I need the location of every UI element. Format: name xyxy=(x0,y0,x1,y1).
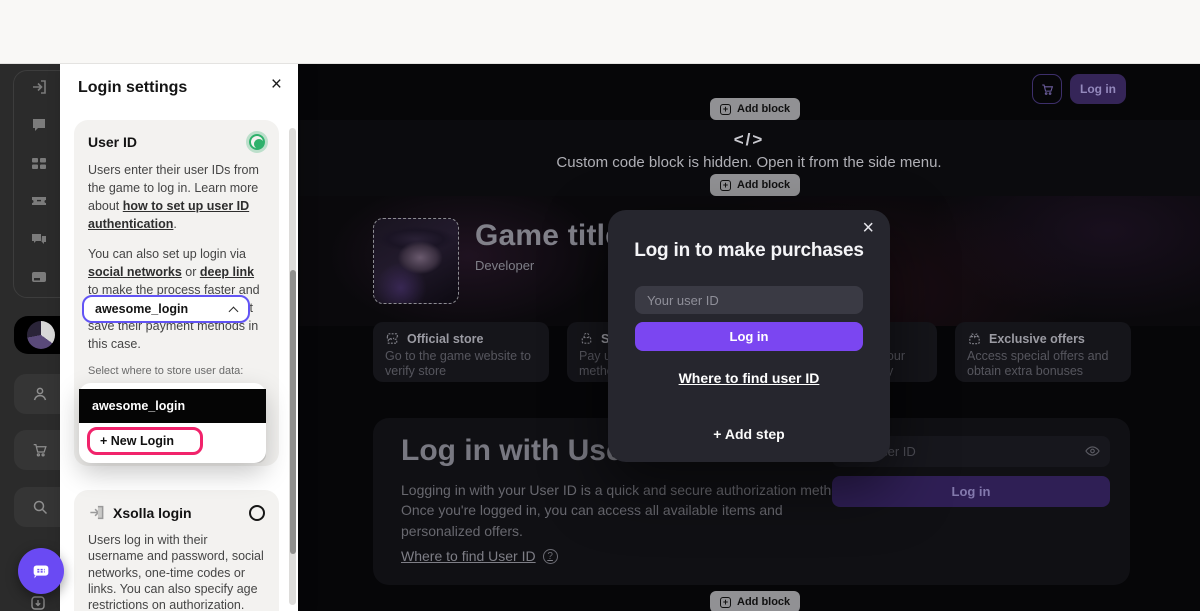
store-data-label: Select where to store user data: xyxy=(88,365,265,377)
code-icon: </> xyxy=(298,130,1200,150)
add-block-label: Add block xyxy=(737,103,790,115)
login-settings-panel: Login settings × User ID Users enter the… xyxy=(60,64,298,611)
xsolla-card-title: Xsolla login xyxy=(113,505,192,521)
lock-icon xyxy=(579,331,594,346)
modal-userid-input[interactable] xyxy=(635,286,863,314)
eye-icon[interactable] xyxy=(1085,444,1100,462)
chat-bubble-icon xyxy=(30,560,52,582)
game-title: Game title xyxy=(475,219,622,253)
chevron-up-icon xyxy=(229,306,239,316)
xsolla-radio-unselected[interactable] xyxy=(249,505,265,521)
plus-icon: + xyxy=(720,597,731,608)
question-circle-icon: ? xyxy=(543,549,558,564)
feature-title: Official store xyxy=(407,332,483,346)
preview-nav-login-button[interactable]: Log in xyxy=(1070,74,1126,104)
modal-close-icon[interactable]: × xyxy=(862,218,874,238)
user-id-paragraph-1: Users enter their user IDs from the game… xyxy=(88,161,265,234)
user-id-radio-selected[interactable] xyxy=(249,134,265,150)
ticket-block-icon[interactable] xyxy=(30,192,50,212)
login-block-icon[interactable] xyxy=(30,78,50,98)
cart-icon xyxy=(31,441,49,459)
modal-login-button[interactable]: Log in xyxy=(635,322,863,351)
login-purchases-modal: × Log in to make purchases Log in Where … xyxy=(608,210,890,462)
builder-topbar xyxy=(0,0,1200,64)
chat-block-icon[interactable] xyxy=(30,230,50,250)
sidebar-item-login[interactable] xyxy=(14,374,60,414)
text: You can also set up login via xyxy=(88,247,246,261)
feature-title: Exclusive offers xyxy=(989,332,1085,346)
gift-icon xyxy=(967,331,982,346)
modal-title: Log in to make purchases xyxy=(608,240,890,262)
add-block-button-top[interactable]: + Add block xyxy=(710,98,800,120)
custom-code-message: Custom code block is hidden. Open it fro… xyxy=(298,154,1200,171)
dropdown-option-new-login-row: + New Login xyxy=(79,423,266,457)
game-avatar[interactable] xyxy=(373,218,459,304)
section-description: Logging in with your User ID is a quick … xyxy=(401,480,853,541)
panel-scrollbar-thumb[interactable] xyxy=(290,270,296,554)
xsolla-login-option-card[interactable]: Xsolla login Users log in with their use… xyxy=(74,490,279,611)
modal-where-to-find-link[interactable]: Where to find user ID xyxy=(608,370,890,386)
add-step-button[interactable]: + Add step xyxy=(608,426,890,442)
link-label: Where to find User ID xyxy=(401,548,536,564)
sidebar-item-cart[interactable] xyxy=(14,430,60,470)
xsolla-description: Users log in with their username and pas… xyxy=(88,532,265,611)
add-block-button-bottom[interactable]: + Add block xyxy=(710,591,800,611)
game-developer: Developer xyxy=(475,258,534,273)
add-block-label: Add block xyxy=(737,179,790,191)
feature-description: Go to the game website to verify store xyxy=(385,349,537,380)
login-storage-select[interactable]: awesome_login xyxy=(82,295,250,323)
sidebar-block-group xyxy=(13,70,60,298)
storefront-icon xyxy=(385,331,400,346)
download-box-icon[interactable] xyxy=(30,595,50,611)
text: or xyxy=(182,265,200,279)
feature-card-official-store: Official store Go to the game website to… xyxy=(373,322,549,382)
login-storage-dropdown: awesome_login + New Login xyxy=(79,383,266,463)
text: . xyxy=(173,217,176,231)
search-icon xyxy=(31,498,49,516)
sidebar-game-logo[interactable] xyxy=(14,316,60,354)
dropdown-option-awesome-login[interactable]: awesome_login xyxy=(79,389,266,423)
preview-nav-login-label: Log in xyxy=(1080,82,1116,96)
panel-title: Login settings xyxy=(78,79,187,97)
feature-card-exclusive-offers: Exclusive offers Access special offers a… xyxy=(955,322,1131,382)
dropdown-option-new-login[interactable]: + New Login xyxy=(87,427,203,455)
card-block-icon[interactable] xyxy=(30,268,50,288)
user-id-card-title: User ID xyxy=(88,134,137,150)
add-block-button-middle[interactable]: + Add block xyxy=(710,174,800,196)
sidebar-item-search[interactable] xyxy=(14,487,60,527)
section-login-button[interactable]: Log in xyxy=(832,476,1110,507)
xsolla-login-icon xyxy=(88,504,105,521)
panel-close-icon[interactable]: × xyxy=(271,75,282,94)
app-window: Log in + Add block </> Custom code block… xyxy=(0,0,1200,611)
builder-sidebar xyxy=(0,64,60,611)
select-value: awesome_login xyxy=(95,302,188,316)
game-logo-avatar xyxy=(27,321,55,349)
person-icon xyxy=(31,385,49,403)
where-to-find-userid-link[interactable]: Where to find User ID ? xyxy=(401,548,558,564)
support-chat-button[interactable] xyxy=(18,548,64,594)
feature-description: Access special offers and obtain extra b… xyxy=(967,349,1119,380)
social-networks-link[interactable]: social networks xyxy=(88,265,182,279)
plus-icon: + xyxy=(720,104,731,115)
preview-cart-button[interactable] xyxy=(1032,74,1062,104)
grid-block-icon[interactable] xyxy=(30,154,50,174)
plus-icon: + xyxy=(720,180,731,191)
comment-block-icon[interactable] xyxy=(30,116,50,136)
add-block-label: Add block xyxy=(737,596,790,608)
deep-link-link[interactable]: deep link xyxy=(200,265,254,279)
cart-icon xyxy=(1040,82,1055,97)
